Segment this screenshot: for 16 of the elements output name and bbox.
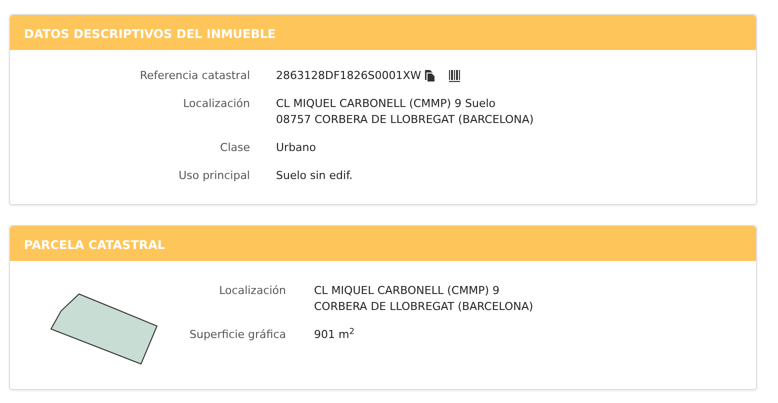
field-label: Uso principal [178, 168, 250, 184]
field-value: Urbano [276, 140, 316, 156]
barcode-icon[interactable] [449, 70, 460, 82]
section-header: PARCELA CATASTRAL [10, 226, 756, 261]
copy-icon[interactable] [424, 70, 436, 82]
field-label: Localización [182, 96, 250, 112]
field-label: Referencia catastral [138, 68, 250, 84]
field-label: Superficie gráfica [188, 327, 286, 343]
field-value: CL MIQUEL CARBONELL (CMMP) 9 CORBERA DE LLOBREGAT (BARCELONA) [314, 283, 534, 315]
field-value: 2863128DF1826S0001XW [276, 68, 422, 84]
section-header: DATOS DESCRIPTIVOS DEL INMUEBLE [10, 15, 756, 50]
field-label: Clase [219, 140, 250, 156]
field-label: Localización [218, 283, 286, 299]
field-value: 901 m$^{2}$ [314, 327, 354, 343]
field-value: Suelo sin edif. [276, 168, 353, 184]
field-value: CL MIQUEL CARBONELL (CMMP) 9 Suelo 08757 CORBERA DE LLOBREGAT (BARCELONA) [276, 96, 534, 128]
